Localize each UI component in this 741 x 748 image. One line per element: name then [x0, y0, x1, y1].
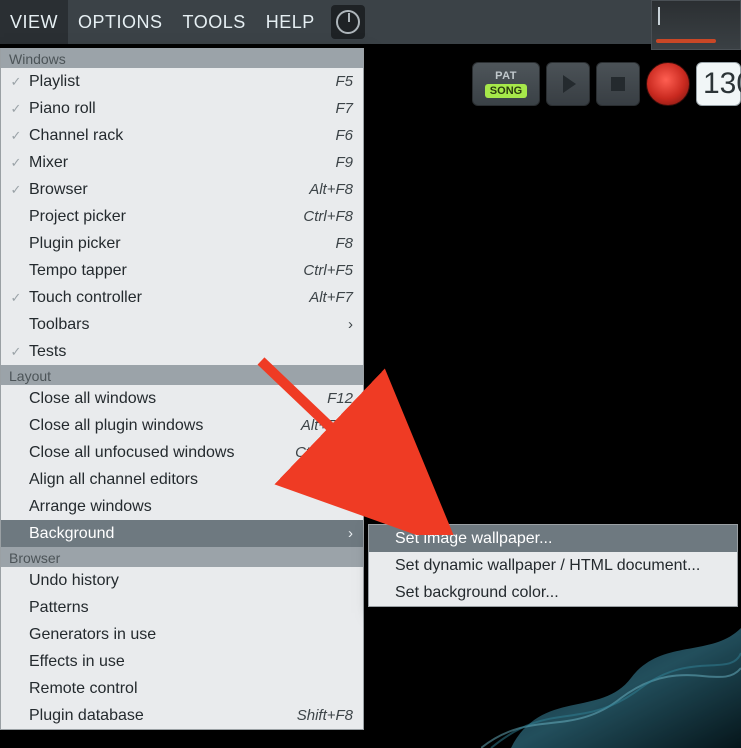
menu-item[interactable]: Tempo tapperCtrl+F5	[1, 257, 363, 284]
record-button[interactable]	[646, 62, 690, 106]
menu-item-label: Generators in use	[25, 626, 353, 644]
menu-item-shortcut: Shift+F8	[297, 707, 353, 724]
check-icon: ✓	[7, 101, 25, 117]
menu-item[interactable]: Close all unfocused windowsCtrl+F12	[1, 439, 363, 466]
menu-item[interactable]: Close all plugin windowsAlt+F12	[1, 412, 363, 439]
menu-item-shortcut: Ctrl+F8	[303, 208, 353, 225]
menu-item-label: Patterns	[25, 599, 353, 617]
menu-item-label: Project picker	[25, 208, 303, 226]
menubar: VIEW OPTIONS TOOLS HELP	[0, 0, 741, 44]
menu-item[interactable]: Background›	[1, 520, 363, 547]
tempo-display[interactable]: 130.	[696, 62, 741, 106]
menu-item[interactable]: ✓Channel rackF6	[1, 122, 363, 149]
menu-item-label: Channel rack	[25, 127, 335, 145]
menu-item[interactable]: Plugin pickerF8	[1, 230, 363, 257]
menu-item[interactable]: Patterns	[1, 594, 363, 621]
menu-item-label: Arrange windows	[25, 498, 338, 516]
submenu-arrow-icon: ›	[338, 525, 353, 542]
menu-item-label: Browser	[25, 181, 309, 199]
menu-item-shortcut: Alt+F7	[309, 289, 353, 306]
menu-help[interactable]: HELP	[256, 0, 325, 44]
pat-song-toggle[interactable]: PAT SONG	[472, 62, 540, 106]
check-icon: ✓	[7, 128, 25, 144]
menu-item[interactable]: Project pickerCtrl+F8	[1, 203, 363, 230]
check-icon: ✓	[7, 344, 25, 360]
menu-section-header: Windows	[1, 48, 363, 68]
menu-item-label: Tests	[25, 343, 353, 361]
submenu-arrow-icon: ›	[338, 316, 353, 333]
wallpaper-smoke	[481, 598, 741, 748]
menu-options[interactable]: OPTIONS	[68, 0, 173, 44]
menu-item-label: Tempo tapper	[25, 262, 303, 280]
check-icon: ✓	[7, 155, 25, 171]
submenu-arrow-icon: ›	[338, 498, 353, 515]
menu-item-shortcut: F8	[335, 235, 353, 252]
menu-item-label: Close all plugin windows	[25, 417, 301, 435]
menu-item-label: Mixer	[25, 154, 335, 172]
menu-item[interactable]: Generators in use	[1, 621, 363, 648]
menu-item-shortcut: Alt+F12	[301, 417, 353, 434]
submenu-item-label: Set image wallpaper...	[391, 530, 727, 548]
meter-strip	[651, 0, 741, 50]
submenu-item-label: Set dynamic wallpaper / HTML document...	[391, 557, 727, 575]
menu-item-shortcut: Shift+F12	[288, 471, 353, 488]
menu-item[interactable]: Undo history	[1, 567, 363, 594]
menu-item[interactable]: Arrange windows›	[1, 493, 363, 520]
menu-item[interactable]: ✓Tests	[1, 338, 363, 365]
menu-item-label: Remote control	[25, 680, 353, 698]
submenu-item[interactable]: Set image wallpaper...	[369, 525, 737, 552]
menu-view[interactable]: VIEW	[0, 0, 68, 44]
song-label: SONG	[485, 84, 527, 98]
menu-item-shortcut: F5	[335, 73, 353, 90]
play-icon	[563, 75, 576, 93]
menu-item-label: Background	[25, 525, 338, 543]
menu-item[interactable]: ✓MixerF9	[1, 149, 363, 176]
menu-item-label: Plugin database	[25, 707, 297, 725]
stop-icon	[611, 77, 625, 91]
menu-item-label: Close all unfocused windows	[25, 444, 295, 462]
menu-item[interactable]: Close all windowsF12	[1, 385, 363, 412]
menu-item-label: Piano roll	[25, 100, 335, 118]
menu-item-label: Undo history	[25, 572, 353, 590]
menu-item-shortcut: F12	[327, 390, 353, 407]
menu-item-shortcut: F9	[335, 154, 353, 171]
menu-item-label: Touch controller	[25, 289, 309, 307]
play-button[interactable]	[546, 62, 590, 106]
menu-item-label: Effects in use	[25, 653, 353, 671]
stop-button[interactable]	[596, 62, 640, 106]
background-submenu: Set image wallpaper... Set dynamic wallpa…	[368, 524, 738, 607]
menu-item[interactable]: Toolbars›	[1, 311, 363, 338]
main-volume-knob[interactable]	[331, 5, 365, 39]
pat-label: PAT	[495, 70, 517, 82]
menu-item-shortcut: F6	[335, 127, 353, 144]
menu-item[interactable]: Align all channel editorsShift+F12	[1, 466, 363, 493]
check-icon: ✓	[7, 182, 25, 198]
submenu-item[interactable]: Set background color...	[369, 579, 737, 606]
transport: PAT SONG 130.	[466, 54, 741, 114]
submenu-item-label: Set background color...	[391, 584, 727, 602]
menu-section-header: Browser	[1, 547, 363, 567]
menu-item-shortcut: Ctrl+F5	[303, 262, 353, 279]
menu-item-shortcut: F7	[335, 100, 353, 117]
menu-section-header: Layout	[1, 365, 363, 385]
check-icon: ✓	[7, 74, 25, 90]
menu-item-shortcut: Ctrl+F12	[295, 444, 353, 461]
submenu-item[interactable]: Set dynamic wallpaper / HTML document...	[369, 552, 737, 579]
menu-tools[interactable]: TOOLS	[173, 0, 256, 44]
menu-item[interactable]: ✓Touch controllerAlt+F7	[1, 284, 363, 311]
menu-item[interactable]: ✓BrowserAlt+F8	[1, 176, 363, 203]
menu-item[interactable]: Plugin databaseShift+F8	[1, 702, 363, 729]
menu-item[interactable]: Effects in use	[1, 648, 363, 675]
menu-item-label: Plugin picker	[25, 235, 335, 253]
check-icon: ✓	[7, 290, 25, 306]
menu-item-label: Playlist	[25, 73, 335, 91]
menu-item-label: Align all channel editors	[25, 471, 288, 489]
menu-item-label: Toolbars	[25, 316, 338, 334]
menu-item[interactable]: ✓PlaylistF5	[1, 68, 363, 95]
menu-item-shortcut: Alt+F8	[309, 181, 353, 198]
menu-item-label: Close all windows	[25, 390, 327, 408]
menu-item[interactable]: Remote control	[1, 675, 363, 702]
view-menu: Windows✓PlaylistF5✓Piano rollF7✓Channel …	[0, 48, 364, 730]
menu-item[interactable]: ✓Piano rollF7	[1, 95, 363, 122]
